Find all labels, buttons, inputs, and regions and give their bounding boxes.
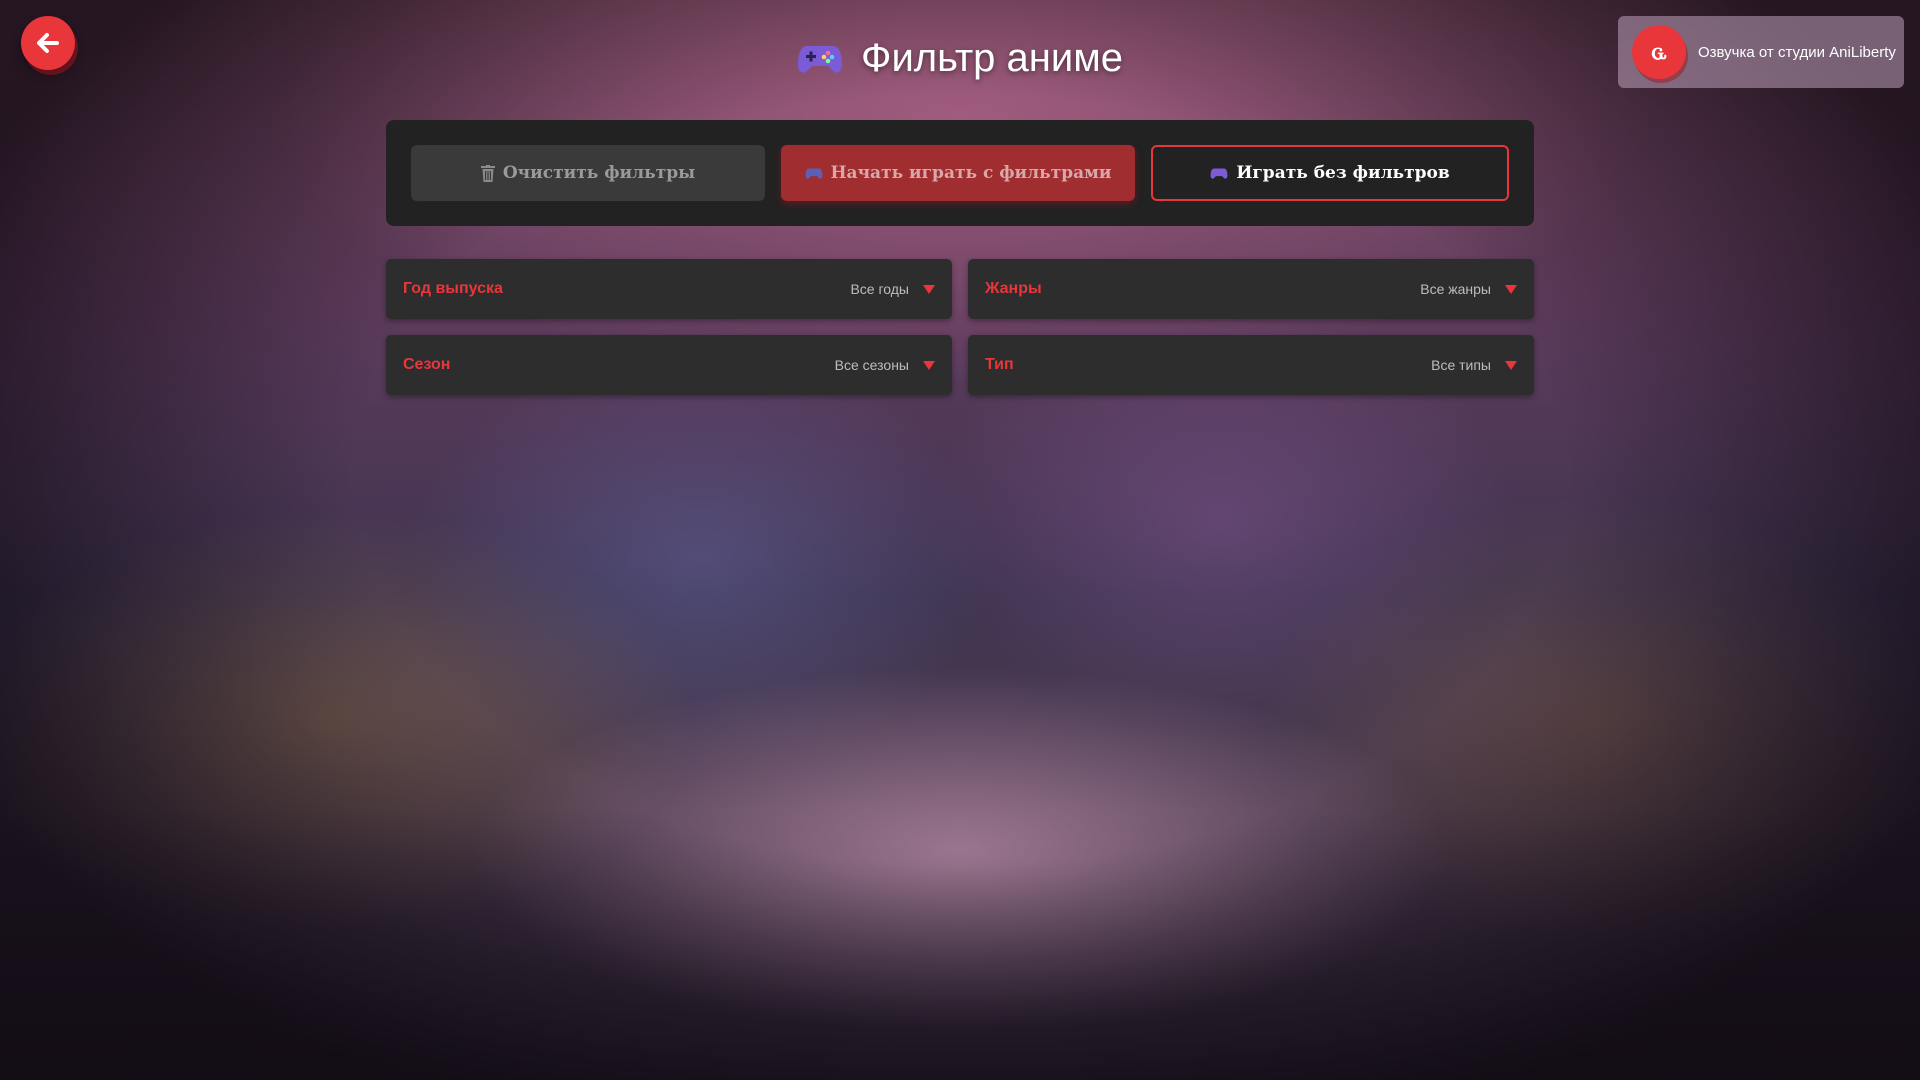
filter-genre-value: Все жанры	[1420, 281, 1491, 297]
page-title: Фильтр аниме	[861, 36, 1123, 80]
filter-season-label: Сезон	[403, 356, 451, 373]
play-without-filters-label: Играть без фильтров	[1236, 163, 1450, 183]
chevron-down-icon	[923, 360, 935, 370]
studio-badge[interactable]: ꮹ Озвучка от студии AniLiberty	[1618, 16, 1904, 88]
filter-type-value: Все типы	[1431, 357, 1491, 373]
filter-year-value: Все годы	[850, 281, 909, 297]
filter-genre-dropdown[interactable]: Жанры Все жанры	[968, 259, 1534, 319]
chevron-down-icon	[1505, 360, 1517, 370]
play-without-filters-button[interactable]: Играть без фильтров	[1151, 145, 1509, 201]
filter-type-label: Тип	[985, 356, 1014, 373]
filter-season-value: Все сезоны	[834, 357, 909, 373]
filter-season-dropdown[interactable]: Сезон Все сезоны	[386, 335, 952, 395]
start-with-filters-label: Начать играть с фильтрами	[830, 163, 1112, 183]
filter-year-label: Год выпуска	[403, 280, 503, 297]
action-panel: Очистить фильтры Начать играть с фильтра…	[386, 120, 1534, 226]
gamepad-icon	[805, 168, 822, 179]
chevron-down-icon	[1505, 284, 1517, 294]
clear-filters-label: Очистить фильтры	[502, 163, 696, 183]
studio-text: Озвучка от студии AniLiberty	[1698, 43, 1896, 61]
clear-filters-button[interactable]: Очистить фильтры	[411, 145, 765, 201]
gamepad-icon	[1210, 168, 1228, 179]
chevron-down-icon	[923, 284, 935, 294]
gamepad-icon	[798, 45, 843, 73]
aniliberty-logo-glyph: ꮹ	[1651, 38, 1667, 65]
start-with-filters-button[interactable]: Начать играть с фильтрами	[781, 145, 1135, 201]
aniliberty-logo-icon: ꮹ	[1632, 25, 1686, 79]
trash-icon	[480, 164, 495, 182]
filter-year-dropdown[interactable]: Год выпуска Все годы	[386, 259, 952, 319]
filter-genre-label: Жанры	[985, 280, 1042, 297]
filter-type-dropdown[interactable]: Тип Все типы	[968, 335, 1534, 395]
